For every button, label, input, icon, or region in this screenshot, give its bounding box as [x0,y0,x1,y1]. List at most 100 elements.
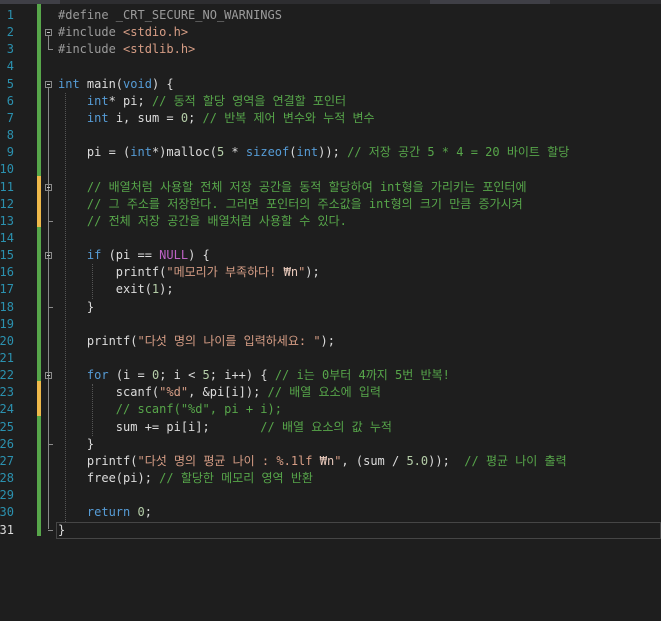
code-token: ); [159,282,174,297]
code-line[interactable]: } [58,299,94,316]
code-line[interactable]: // 배열처럼 사용할 전체 저장 공간을 동적 할당하여 int형을 가리키는… [58,179,527,196]
collapse-region-icon[interactable] [45,29,52,37]
code-token: printf( [58,333,138,348]
indent-guide [91,264,93,299]
code-line[interactable]: #define _CRT_SECURE_NO_WARNINGS [58,7,282,24]
line-number: 18 [0,299,14,314]
code-token: // 동적 할당 영역을 연결할 포인터 [151,93,347,108]
code-line[interactable]: sum += pi[i]; // 배열 요소의 값 누적 [58,419,392,436]
code-token: )); [428,453,465,468]
code-token: i, sum = [108,110,181,125]
current-line-highlight [56,521,661,539]
code-editor[interactable]: 1 2 3 4 5 6 7 8 9 10 11 12 13 14 15 16 17 18 19 20 21 22 23 24 2… [0,4,661,621]
line-number: 25 [0,419,14,434]
code-token: 0 [137,505,145,520]
line-number: 9 [6,145,14,160]
code-token: int [58,76,80,91]
code-token: 5 [202,368,210,383]
code-line[interactable]: if (pi == NULL) { [58,247,210,264]
outline-guide-end [48,443,53,445]
code-line[interactable]: int i, sum = 0; // 반복 제어 변수와 누적 변수 [58,110,375,127]
code-line[interactable]: // 전체 저장 공간을 배열처럼 사용할 수 있다. [58,213,347,230]
change-indicator-unsaved [37,175,41,227]
code-token: for [86,368,109,383]
collapse-region-icon[interactable] [45,252,52,260]
line-number: 15 [0,248,14,263]
outline-guide-line [48,379,49,444]
code-token: exit( [58,282,152,297]
code-token: ; [188,110,203,125]
line-number-gutter: 1 2 3 4 5 6 7 8 9 10 11 12 13 14 15 16 17 18 19 20 21 22 23 24 2… [0,4,36,621]
code-line[interactable]: free(pi); // 할당한 메모리 영역 반환 [58,470,313,487]
code-line[interactable]: scanf("%d", &pi[i]); // 배열 요소에 입력 [58,384,381,401]
code-line[interactable]: printf("메모리가 부족하다! ₩n"); [58,264,320,281]
line-number: 17 [0,282,14,297]
code-token: "%d" [159,385,189,400]
line-number: 29 [0,488,14,503]
code-token: * pi; [108,93,152,108]
code-token: <stdlib.h> [123,42,196,57]
code-token: // 배열 요소에 입력 [267,385,381,400]
outline-guide-end [48,49,53,51]
code-token: , &pi[i]); [188,385,268,400]
outline-guide-end [48,306,53,308]
outline-guide-end [48,220,53,222]
code-token: free(pi); [58,471,160,486]
line-number: 8 [6,128,14,143]
code-token: int [130,145,152,160]
code-line[interactable]: pi = (int*)malloc(5 * sizeof(int)); // 저… [58,144,569,161]
line-number: 27 [0,453,14,468]
outline-guide-line [48,87,49,530]
code-line[interactable]: exit(1); [58,281,174,298]
collapse-region-icon[interactable] [45,183,52,191]
code-token: ) { [188,248,210,263]
code-token: // 배열처럼 사용할 전체 저장 공간을 동적 할당하여 int형을 가리키는… [86,179,527,194]
line-number: 10 [0,162,14,177]
code-token: int [86,110,109,125]
outline-guide-line [48,36,49,50]
line-number: 23 [0,385,14,400]
code-token: "메모리가 부족하다! [166,265,284,280]
line-number: 11 [0,179,14,194]
code-line[interactable]: #include <stdlib.h> [58,41,195,58]
change-indicator-saved [37,415,41,536]
code-line[interactable]: return 0; [58,504,152,521]
line-number: 13 [0,213,14,228]
code-token: sum += pi[i]; [58,419,261,434]
code-token: "다섯 명의 나이를 입력하세요: " [137,333,321,348]
collapse-region-icon[interactable] [45,80,52,88]
line-number: 7 [6,110,14,125]
outline-guide-line [48,190,49,221]
code-line[interactable]: int* pi; // 동적 할당 영역을 연결할 포인터 [58,93,346,110]
code-token: pi = ( [58,145,131,160]
code-line[interactable]: } [58,436,94,453]
code-line[interactable]: #include <stdio.h> [58,24,188,41]
code-token: int [296,145,319,160]
code-line[interactable]: int main(void) { [58,76,174,93]
code-token: ); [305,265,320,280]
line-number: 19 [0,316,14,331]
code-token: "다섯 명의 평균 나이 : %.1lf [137,453,320,468]
code-token: ₩n [319,453,335,468]
line-number: 1 [6,8,14,22]
line-number: 24 [0,402,14,417]
code-token: scanf( [58,385,160,400]
change-indicator-unsaved [37,381,41,416]
line-number: 2 [6,25,14,40]
code-token: * [224,145,246,160]
collapse-region-icon[interactable] [45,372,52,380]
code-token: )); [318,145,348,160]
code-line[interactable]: printf("다섯 명의 평균 나이 : %.1lf ₩n", (sum / … [58,453,567,470]
code-token: // 저장 공간 5 * 4 = 20 바이트 할당 [347,145,570,160]
code-token: main( [79,76,124,91]
code-line[interactable]: // 그 주소를 저장한다. 그러면 포인터의 주소값을 int형의 크기 만큼… [58,196,523,213]
outline-guide-end [48,529,53,531]
code-line[interactable]: for (i = 0; i < 5; i++) { // i는 0부터 4까지 … [58,367,450,384]
code-line[interactable]: printf("다섯 명의 나이를 입력하세요: "); [58,333,335,350]
